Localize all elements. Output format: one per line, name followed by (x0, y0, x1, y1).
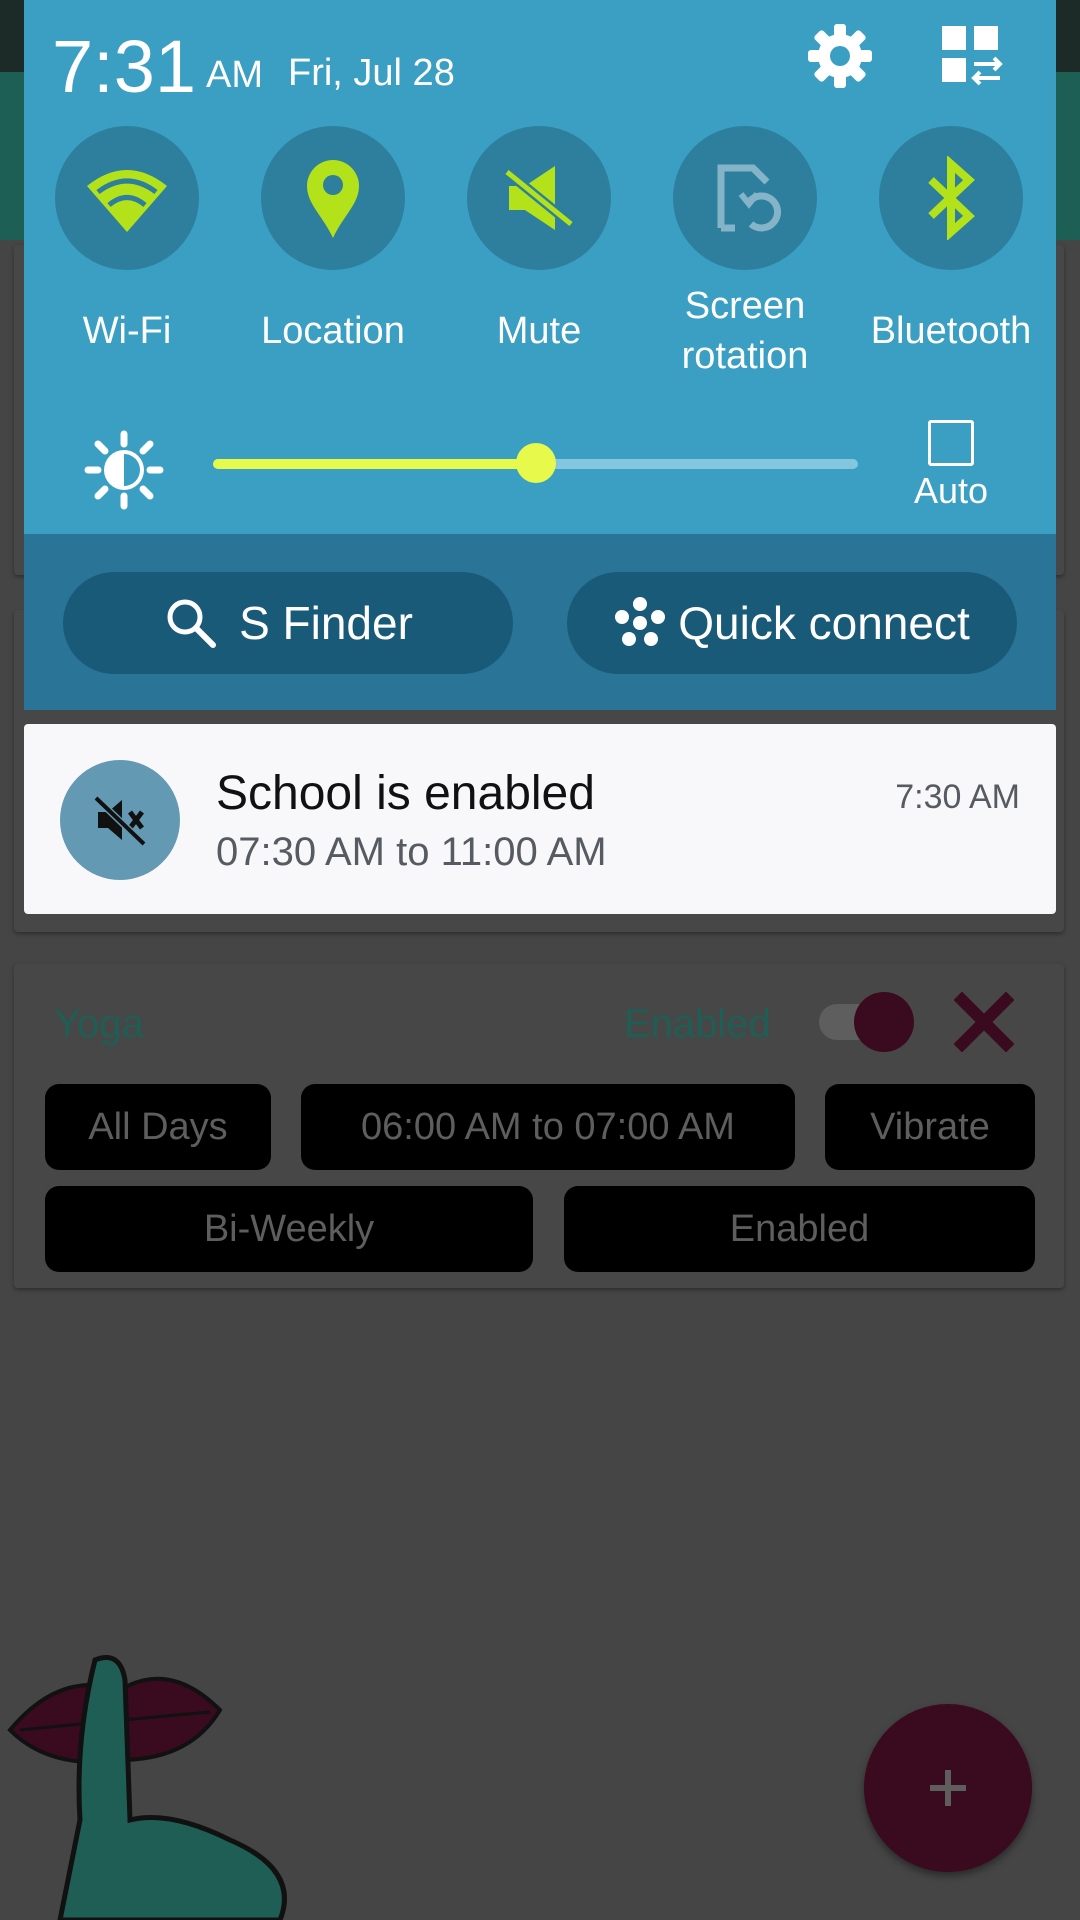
tile-label-wifi: Wi-Fi (82, 310, 172, 352)
quick-connect-label: Quick connect (678, 597, 970, 649)
auto-brightness-checkbox[interactable] (928, 420, 974, 466)
speaker-muted-icon (93, 795, 147, 847)
clock-ampm: AM (206, 54, 263, 96)
plus-icon (930, 1770, 966, 1806)
brightness-slider[interactable] (213, 443, 858, 483)
notification-time: 7:30 AM (895, 778, 1020, 816)
wifi-icon (87, 170, 167, 232)
tile-screen-rotation[interactable] (673, 126, 817, 270)
profile-card[interactable]: Yoga Enabled All Days 06:00 AM to 07:00 … (14, 964, 1064, 1288)
clock-time: 7:31 (52, 25, 197, 108)
notification-card[interactable]: School is enabled 07:30 AM to 11:00 AM 7… (24, 724, 1056, 914)
grid-edit-icon[interactable] (934, 20, 1006, 92)
tile-wifi[interactable] (55, 126, 199, 270)
mute-icon (503, 166, 575, 230)
tile-label-location: Location (261, 310, 405, 352)
tile-location[interactable] (261, 126, 405, 270)
tile-label-bluetooth: Bluetooth (870, 310, 1032, 352)
s-finder-button[interactable]: S Finder (63, 572, 513, 674)
notification-shade: 7:31 AM Fri, Jul 28 Wi-Fi Location Mute … (24, 0, 1056, 710)
repeat-chip[interactable]: Bi-Weekly (45, 1186, 533, 1272)
brightness-slider-thumb[interactable] (515, 443, 556, 483)
auto-brightness-label: Auto (914, 470, 989, 511)
shade-actions-bar: S Finder Quick connect (24, 534, 1056, 710)
location-pin-icon (307, 160, 359, 238)
tile-label-mute: Mute (496, 310, 582, 352)
tile-mute[interactable] (467, 126, 611, 270)
profile-toggle-thumb[interactable] (854, 992, 914, 1052)
notification-avatar (60, 760, 180, 880)
brightness-icon (84, 430, 164, 510)
delete-icon[interactable] (954, 992, 1014, 1052)
notification-title: School is enabled (216, 767, 595, 820)
search-icon (167, 599, 217, 648)
time-range-chip[interactable]: 06:00 AM to 07:00 AM (301, 1084, 795, 1170)
notification-body: 07:30 AM to 11:00 AM (216, 830, 607, 874)
tile-label-screen-rotation: Screen rotation (681, 285, 809, 377)
bluetooth-icon (928, 156, 975, 240)
profile-name: Yoga (54, 1002, 144, 1046)
s-finder-label: S Finder (239, 597, 413, 649)
mode-chip[interactable]: Vibrate (825, 1084, 1035, 1170)
quick-connect-button[interactable]: Quick connect (567, 572, 1017, 674)
quick-connect-icon (615, 597, 666, 646)
days-chip[interactable]: All Days (45, 1084, 271, 1170)
screen-rotation-icon (717, 164, 782, 232)
quick-settings-panel: 7:31 AM Fri, Jul 28 Wi-Fi Location Mute … (24, 0, 1056, 534)
gear-icon[interactable] (804, 20, 876, 92)
brightness-slider-fill (213, 459, 536, 469)
profile-status-label: Enabled (624, 1002, 771, 1046)
app-logo (7, 1655, 287, 1920)
clock-date: Fri, Jul 28 (288, 52, 455, 94)
state-chip[interactable]: Enabled (564, 1186, 1035, 1272)
tile-bluetooth[interactable] (879, 126, 1023, 270)
add-profile-button[interactable] (864, 1704, 1032, 1872)
